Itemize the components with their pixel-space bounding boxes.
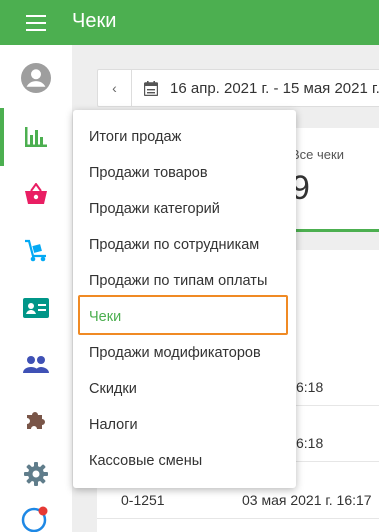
menu-item-sales-by-category[interactable]: Продажи категорий bbox=[73, 191, 296, 227]
sidebar-item-account[interactable] bbox=[0, 49, 72, 107]
menu-icon[interactable] bbox=[26, 15, 46, 31]
menu-item-receipts[interactable]: Чеки bbox=[73, 299, 296, 335]
calendar-icon bbox=[144, 80, 158, 96]
sidebar-item-help[interactable] bbox=[0, 500, 72, 532]
menu-item-sales-by-modifier[interactable]: Продажи модификаторов bbox=[73, 335, 296, 371]
page-title: Чеки bbox=[72, 10, 117, 32]
sidebar bbox=[0, 45, 72, 532]
basket-icon bbox=[25, 183, 47, 204]
bar-chart-icon bbox=[25, 127, 47, 147]
sidebar-item-integrations[interactable] bbox=[0, 391, 72, 449]
previous-period-button[interactable]: ‹ bbox=[98, 70, 132, 106]
sidebar-item-inventory[interactable] bbox=[0, 222, 72, 280]
menu-item-discounts[interactable]: Скидки bbox=[73, 371, 296, 407]
people-icon bbox=[23, 356, 49, 373]
reports-dropdown-menu: Итоги продаж Продажи товаров Продажи кат… bbox=[73, 110, 296, 488]
menu-item-sales-by-payment-type[interactable]: Продажи по типам оплаты bbox=[73, 263, 296, 299]
account-circle-icon bbox=[21, 63, 51, 93]
gear-icon bbox=[24, 462, 48, 486]
sidebar-item-reports[interactable] bbox=[0, 108, 72, 166]
cart-dolly-icon bbox=[25, 239, 46, 262]
menu-item-sales-by-employee[interactable]: Продажи по сотрудникам bbox=[73, 227, 296, 263]
menu-item-taxes[interactable]: Налоги bbox=[73, 407, 296, 443]
menu-item-shifts[interactable]: Кассовые смены bbox=[73, 443, 296, 479]
chevron-left-icon: ‹ bbox=[112, 80, 117, 96]
menu-item-sales-summary[interactable]: Итоги продаж bbox=[73, 119, 296, 155]
id-card-icon bbox=[23, 298, 49, 318]
receipt-datetime: 03 мая 2021 г. 16:17 bbox=[242, 492, 372, 508]
puzzle-icon bbox=[27, 412, 45, 429]
menu-item-sales-by-item[interactable]: Продажи товаров bbox=[73, 155, 296, 191]
table-row[interactable]: 0-1251 03 мая 2021 г. 16:17 bbox=[97, 483, 379, 519]
date-range-text: 16 апр. 2021 г. - 15 мая 2021 г. bbox=[170, 79, 379, 97]
help-icon bbox=[21, 506, 48, 532]
date-range-filter: ‹ 16 апр. 2021 г. - 15 мая 2021 г. bbox=[97, 69, 379, 107]
top-app-bar: Чеки bbox=[0, 0, 379, 45]
sidebar-item-settings[interactable] bbox=[0, 445, 72, 503]
sidebar-item-employees[interactable] bbox=[0, 279, 72, 337]
sidebar-item-products[interactable] bbox=[0, 165, 72, 223]
summary-label: Все чеки bbox=[291, 147, 344, 162]
sidebar-item-customers[interactable] bbox=[0, 335, 72, 393]
receipt-number: 0-1251 bbox=[121, 492, 165, 508]
date-range-picker[interactable]: 16 апр. 2021 г. - 15 мая 2021 г. bbox=[144, 80, 379, 97]
